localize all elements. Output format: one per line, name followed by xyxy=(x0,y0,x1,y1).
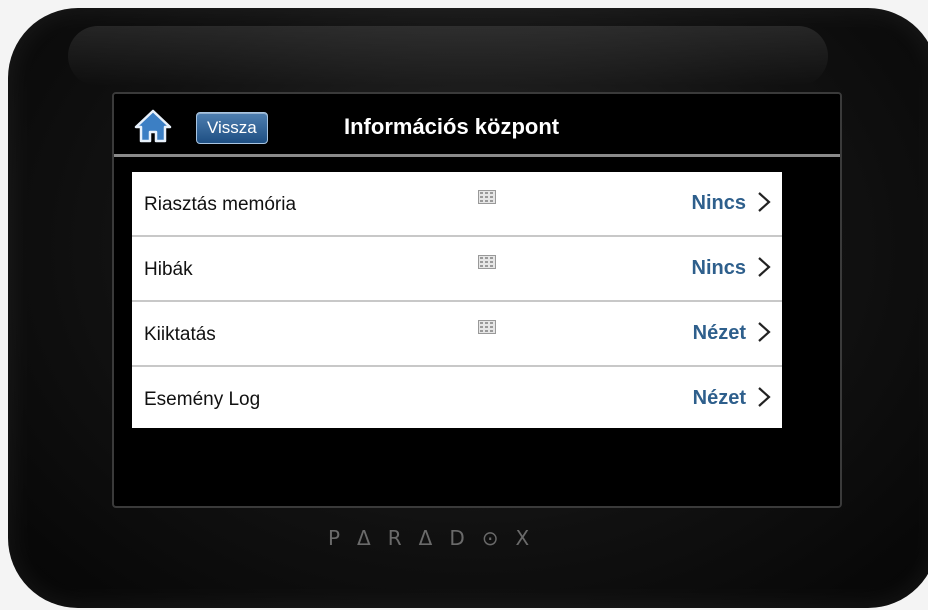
home-button[interactable] xyxy=(134,108,172,144)
chevron-right-icon xyxy=(758,322,771,342)
header-bar: Vissza Információs központ xyxy=(114,94,840,157)
row-value: Nincs xyxy=(691,192,746,214)
bezel-shine xyxy=(68,26,828,86)
row-label: Hibák xyxy=(144,259,193,280)
list-item-troubles[interactable]: Hibák Nincs xyxy=(132,237,782,302)
keypad-icon xyxy=(478,320,496,334)
back-button[interactable]: Vissza xyxy=(196,112,268,144)
row-value: Nincs xyxy=(691,257,746,279)
list-item-event-log[interactable]: Esemény Log Nézet xyxy=(132,367,782,428)
page-title: Információs központ xyxy=(344,114,560,139)
home-icon xyxy=(134,109,172,143)
chevron-right-icon xyxy=(758,257,771,277)
keypad-icon xyxy=(478,190,496,204)
brand-logo: PΔRΔD⊙X xyxy=(328,526,547,550)
list-item-alarm-memory[interactable]: Riasztás memória Nincs xyxy=(132,172,782,237)
row-value: Nézet xyxy=(692,322,746,344)
row-value: Nézet xyxy=(692,387,746,409)
keypad-icon xyxy=(478,255,496,269)
row-label: Kiiktatás xyxy=(144,324,216,345)
chevron-right-icon xyxy=(758,387,771,407)
row-label: Esemény Log xyxy=(144,389,261,410)
touch-screen: Vissza Információs központ Riasztás memó… xyxy=(112,92,842,508)
info-list: Riasztás memória Nincs Hibák Nincs Kiikt… xyxy=(132,172,782,428)
row-label: Riasztás memória xyxy=(144,194,297,215)
chevron-right-icon xyxy=(758,192,771,212)
list-item-bypass[interactable]: Kiiktatás Nézet xyxy=(132,302,782,367)
